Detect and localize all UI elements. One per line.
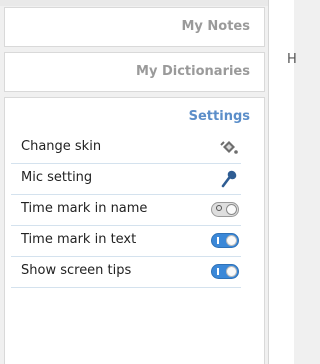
top-border: [0, 0, 268, 6]
settings-panel: Settings Change skin Mic setting Time ma…: [4, 97, 265, 364]
toggle-on-mark-icon: [217, 237, 219, 244]
my-dictionaries-label: My Dictionaries: [136, 64, 250, 79]
change-skin-label: Change skin: [21, 139, 102, 154]
paint-bucket-icon[interactable]: [209, 138, 239, 158]
show-screen-tips-row: Show screen tips: [11, 257, 241, 288]
time-mark-in-name-toggle[interactable]: [211, 202, 239, 217]
toggle-knob: [226, 204, 237, 215]
settings-title[interactable]: Settings: [189, 109, 250, 124]
toggle-off-mark-icon: [216, 205, 222, 211]
time-mark-in-text-row: Time mark in text: [11, 226, 241, 257]
page-edge-text: H: [287, 52, 297, 67]
toggle-knob: [226, 235, 237, 246]
document-page-edge: H: [268, 0, 297, 364]
toggle-knob: [226, 266, 237, 277]
microphone-icon[interactable]: [209, 169, 239, 189]
time-mark-in-text-label: Time mark in text: [21, 232, 137, 247]
show-screen-tips-toggle[interactable]: [211, 264, 239, 279]
time-mark-in-text-toggle[interactable]: [211, 233, 239, 248]
change-skin-row[interactable]: Change skin: [11, 133, 241, 164]
show-screen-tips-label: Show screen tips: [21, 263, 132, 278]
my-notes-button[interactable]: My Notes: [4, 7, 265, 47]
mic-setting-row[interactable]: Mic setting: [11, 164, 241, 195]
time-mark-in-name-label: Time mark in name: [21, 201, 148, 216]
my-notes-label: My Notes: [181, 19, 250, 34]
my-dictionaries-button[interactable]: My Dictionaries: [4, 52, 265, 92]
mic-setting-label: Mic setting: [21, 170, 93, 185]
toggle-on-mark-icon: [217, 268, 219, 275]
time-mark-in-name-row: Time mark in name: [11, 195, 241, 226]
